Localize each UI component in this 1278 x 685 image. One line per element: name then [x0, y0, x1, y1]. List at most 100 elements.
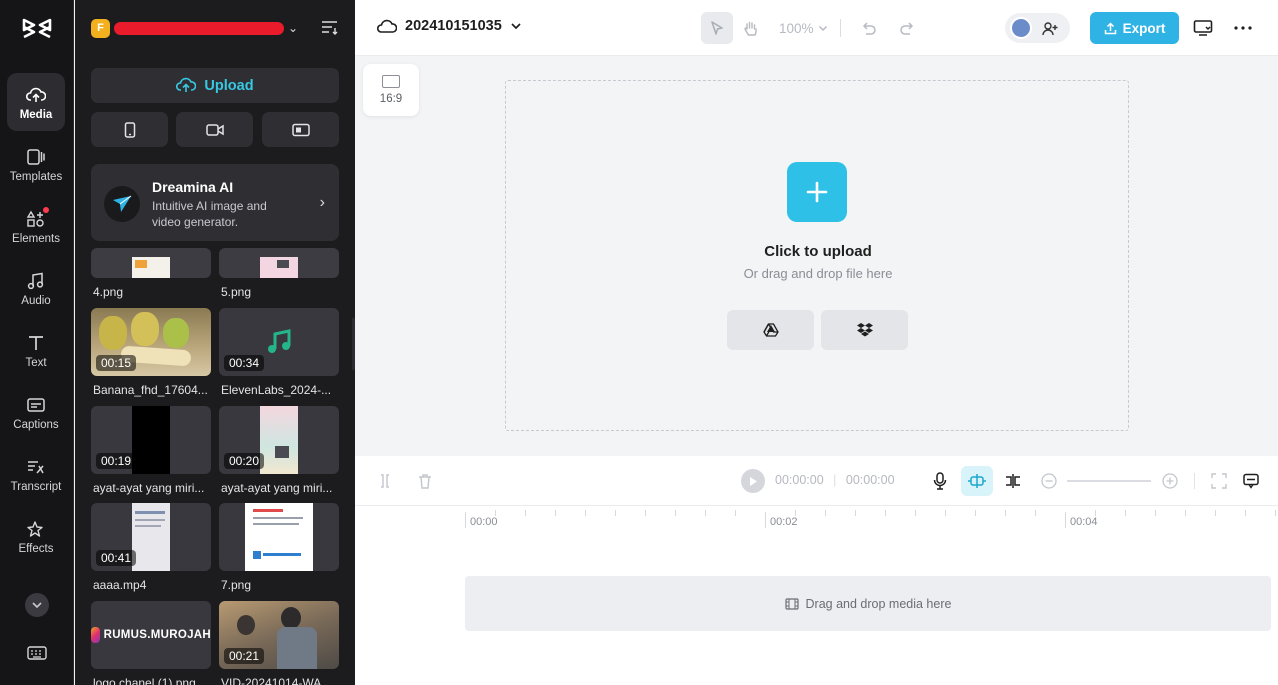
upload-button[interactable]: Upload [91, 68, 339, 103]
present-button[interactable] [1191, 16, 1215, 40]
media-item[interactable]: 00:19 ayat-ayat yang miri... [91, 406, 211, 495]
upload-from-phone-button[interactable] [91, 112, 168, 147]
rail-item-audio[interactable]: Audio [7, 259, 65, 317]
aspect-ratio-button[interactable]: 16:9 [363, 64, 419, 116]
divider [1194, 473, 1195, 489]
media-item[interactable]: RUMUS.MUROJAH logo chanel (1).png [91, 601, 211, 685]
hand-icon [744, 21, 757, 36]
total-time: 00:00:00 [845, 473, 895, 487]
media-item[interactable]: 00:20 ayat-ayat yang miri... [219, 406, 339, 495]
rail-item-elements[interactable]: Elements [7, 197, 65, 255]
ruler-tick [1275, 510, 1276, 516]
cloud-upload-icon [176, 77, 197, 92]
zoom-value: 100% [779, 20, 814, 36]
cloud-icon [377, 19, 397, 33]
collaborators[interactable] [1005, 13, 1070, 43]
media-thumbnail: 00:19 [91, 406, 211, 474]
rail-item-label: Effects [18, 542, 54, 555]
ruler-tick [825, 510, 826, 516]
notification-dot [43, 206, 49, 213]
rail-item-label: Transcript [10, 480, 62, 493]
record-video-button[interactable] [176, 112, 253, 147]
media-thumbnail: 00:21 [219, 601, 339, 669]
ruler-tick [525, 510, 526, 516]
zoom-out-icon [1041, 473, 1057, 489]
google-drive-button[interactable] [727, 310, 814, 350]
capcut-logo[interactable] [21, 14, 53, 42]
rail-item-captions[interactable]: Captions [7, 383, 65, 441]
ruler-tick [735, 510, 736, 516]
user-avatar[interactable] [1010, 17, 1032, 39]
phone-icon [124, 121, 135, 138]
sort-icon[interactable] [321, 19, 339, 35]
redo-button[interactable] [891, 12, 923, 44]
zoom-dropdown[interactable]: 100% [779, 21, 828, 36]
chevron-down-icon [511, 23, 521, 30]
ruler-label: 00:02 [770, 516, 798, 528]
video-camera-icon [205, 123, 224, 136]
ruler-tick [1245, 510, 1246, 516]
timeline-drop-hint: Drag and drop media here [805, 596, 952, 611]
record-screen-button[interactable] [262, 112, 339, 147]
zoom-out-button[interactable] [1038, 470, 1060, 492]
keyboard-shortcuts-icon[interactable] [27, 645, 47, 661]
export-button[interactable]: Export [1090, 12, 1179, 44]
dreamina-title: Dreamina AI [152, 179, 234, 195]
rail-item-text[interactable]: Text [7, 321, 65, 379]
select-tool-button[interactable] [701, 12, 733, 44]
undo-button[interactable] [853, 12, 885, 44]
play-button[interactable] [741, 469, 765, 493]
media-item[interactable]: 5.png [219, 248, 339, 299]
media-item[interactable]: 7.png [219, 503, 339, 592]
more-options-button[interactable] [1231, 16, 1255, 40]
media-thumbnail [219, 248, 339, 278]
link-clips-button[interactable] [1002, 470, 1024, 492]
project-title-menu[interactable]: 202410151035 [377, 18, 522, 34]
timeline-settings-button[interactable] [1240, 470, 1262, 492]
nav-rail: Media Templates Elements Audio Text Capt… [0, 0, 74, 685]
dreamina-ai-card[interactable]: Dreamina AI Intuitive AI image and video… [91, 164, 339, 241]
timeline-zoom-slider[interactable] [1067, 480, 1151, 482]
timeline[interactable]: 00:00 00:02 00:04 Drag and drop media here [355, 506, 1278, 685]
upload-dropzone[interactable]: Click to upload Or drag and drop file he… [505, 80, 1129, 431]
record-audio-button[interactable] [929, 470, 951, 492]
media-name: logo chanel (1).png [93, 676, 196, 685]
more-tools-button[interactable] [25, 593, 49, 617]
media-thumbnail: 00:20 [219, 406, 339, 474]
rail-item-media[interactable]: Media [7, 73, 65, 131]
add-user-icon[interactable] [1042, 21, 1058, 36]
timeline-dropzone[interactable]: Drag and drop media here [465, 576, 1271, 631]
add-media-button[interactable] [787, 162, 847, 222]
rail-item-effects[interactable]: Effects [7, 507, 65, 565]
media-thumbnail: RUMUS.MUROJAH [91, 601, 211, 669]
rail-item-transcript[interactable]: Transcript [7, 445, 65, 503]
media-item[interactable]: 00:41 aaaa.mp4 [91, 503, 211, 592]
workspace-avatar: F [91, 18, 110, 38]
media-item[interactable]: 00:15 Banana_fhd_17604... [91, 308, 211, 397]
media-name: aaaa.mp4 [93, 578, 147, 592]
fit-timeline-button[interactable] [1208, 470, 1230, 492]
aspect-ratio-icon [382, 75, 400, 88]
zoom-in-button[interactable] [1159, 470, 1181, 492]
dreamina-subtitle: Intuitive AI image and video generator. [152, 199, 267, 229]
dropbox-button[interactable] [821, 310, 908, 350]
ruler-tick [945, 510, 946, 516]
rail-item-label: Captions [13, 418, 59, 431]
hand-tool-button[interactable] [735, 12, 767, 44]
ruler-tick [675, 510, 676, 516]
delete-button[interactable] [414, 470, 436, 492]
media-name: ElevenLabs_2024-... [221, 383, 332, 397]
media-name: 5.png [221, 285, 252, 299]
media-item[interactable]: 4.png [91, 248, 211, 299]
auto-snap-toggle[interactable] [961, 466, 993, 496]
instagram-icon [91, 627, 100, 643]
workspace-switcher[interactable]: F ⌄ [91, 16, 339, 40]
rail-item-templates[interactable]: Templates [7, 135, 65, 193]
media-name: ayat-ayat yang miri... [93, 481, 205, 495]
canvas-stage: 16:9 Click to upload Or drag and drop fi… [355, 56, 1278, 456]
music-note-icon [25, 270, 47, 292]
media-item[interactable]: 00:21 VID-20241014-WA... [219, 601, 339, 685]
split-button[interactable] [374, 470, 396, 492]
media-item[interactable]: 00:34 ElevenLabs_2024-... [219, 308, 339, 397]
templates-icon [25, 146, 47, 168]
